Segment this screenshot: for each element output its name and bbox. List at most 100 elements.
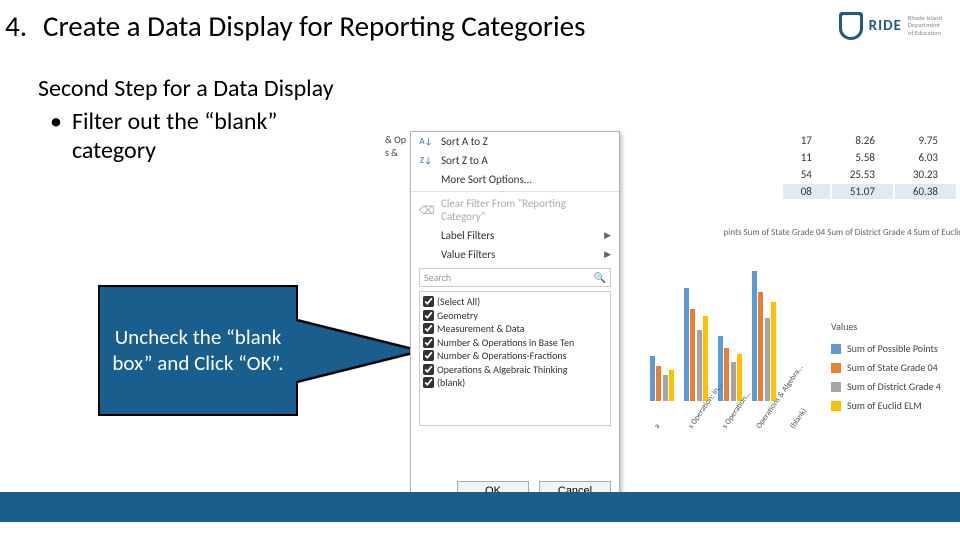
pivot-chart: a s Operation: in... s Operation... Operati… bbox=[645, 263, 815, 431]
legend-swatch-icon bbox=[831, 363, 841, 373]
menu-clear-filter: ⌫ Clear Filter From "Reporting Category" bbox=[411, 194, 619, 226]
sort-za-icon: Z↓ bbox=[419, 155, 433, 166]
check-select-all[interactable]: (Select All) bbox=[422, 295, 608, 309]
menu-sort-za[interactable]: Z↓ Sort Z to A bbox=[411, 151, 619, 170]
cell: 5.58 bbox=[832, 150, 893, 165]
bar bbox=[752, 271, 757, 401]
check-item-blank[interactable]: (blank) bbox=[422, 376, 608, 390]
checkbox[interactable] bbox=[423, 364, 434, 375]
bar bbox=[703, 316, 708, 401]
check-item[interactable]: Geometry bbox=[422, 309, 608, 323]
x-label: s Operation: in... bbox=[686, 409, 706, 431]
menu-sort-az[interactable]: A↓ Sort A to Z bbox=[411, 132, 619, 151]
checkbox[interactable] bbox=[423, 350, 434, 361]
menu-separator bbox=[411, 191, 619, 192]
check-label: (blank) bbox=[437, 376, 465, 390]
bar bbox=[663, 375, 668, 401]
funnel-clear-icon: ⌫ bbox=[419, 204, 433, 217]
cell: 9.75 bbox=[895, 133, 956, 148]
x-label: s Operation... bbox=[720, 409, 740, 431]
menu-label: More Sort Options... bbox=[441, 173, 532, 186]
ride-subtitle: Rhode Island Department of Education bbox=[908, 15, 942, 36]
bar bbox=[758, 292, 763, 401]
filter-search-input[interactable]: Search 🔍 bbox=[419, 268, 611, 287]
cell: 17 bbox=[783, 133, 830, 148]
menu-label: Sort Z to A bbox=[441, 154, 488, 167]
callout: Uncheck the “blank box” and Click “OK”. bbox=[98, 285, 416, 416]
legend-item: Sum of Euclid ELM bbox=[831, 396, 960, 415]
legend-label: Sum of State Grade 04 bbox=[847, 361, 938, 374]
cell: 60.38 bbox=[895, 184, 956, 199]
cell: 51.07 bbox=[832, 184, 893, 199]
bar bbox=[650, 356, 655, 401]
check-label: Number & Operations in Base Ten bbox=[437, 336, 574, 350]
legend-swatch-icon bbox=[831, 344, 841, 354]
check-label: Operations & Algebraic Thinking bbox=[437, 363, 567, 377]
ride-logo: RIDE Rhode Island Department of Educatio… bbox=[839, 8, 950, 40]
legend-label: Sum of District Grade 4 bbox=[847, 380, 941, 393]
chevron-right-icon: ▶ bbox=[604, 230, 611, 241]
bg-left-labels: & Op s & bbox=[385, 133, 406, 159]
legend-label: Sum of Possible Points bbox=[847, 342, 938, 355]
menu-more-sort[interactable]: More Sort Options... bbox=[411, 170, 619, 189]
checkbox[interactable] bbox=[423, 323, 434, 334]
check-item[interactable]: Operations & Algebraic Thinking bbox=[422, 363, 608, 377]
bar bbox=[697, 330, 702, 401]
check-label: Geometry bbox=[437, 309, 478, 323]
legend-swatch-icon bbox=[831, 382, 841, 392]
legend-item: Sum of State Grade 04 bbox=[831, 358, 960, 377]
bg-mini-header: pints Sum of State Grade 04 Sum of Distr… bbox=[724, 227, 960, 238]
bar bbox=[690, 309, 695, 401]
footer-bar bbox=[0, 492, 960, 522]
menu-value-filters[interactable]: Value Filters ▶ bbox=[411, 245, 619, 264]
bar bbox=[731, 362, 736, 401]
content-area: Second Step for a Data Display • Filter … bbox=[38, 75, 950, 540]
bar bbox=[669, 370, 674, 401]
menu-label: Label Filters bbox=[441, 229, 494, 242]
chevron-right-icon: ▶ bbox=[604, 249, 611, 260]
cell: 11 bbox=[783, 150, 830, 165]
bg-table: 178.269.75 115.586.03 5425.5330.23 0851.… bbox=[781, 131, 958, 201]
check-label: Number & Operations-Fractions bbox=[437, 349, 567, 363]
bar-group bbox=[650, 356, 675, 401]
bar bbox=[656, 366, 661, 401]
step-heading: Second Step for a Data Display bbox=[38, 75, 348, 104]
bar bbox=[765, 318, 770, 401]
check-label: (Select All) bbox=[437, 295, 480, 309]
check-item[interactable]: Number & Operations in Base Ten bbox=[422, 336, 608, 350]
legend-title: Values bbox=[831, 320, 960, 333]
title-number: 4. bbox=[5, 8, 33, 44]
bar bbox=[684, 288, 689, 401]
bullet-text: Filter out the “blank” category bbox=[72, 108, 352, 166]
bg-left-label: s & bbox=[385, 146, 406, 159]
bar bbox=[724, 348, 729, 401]
check-item[interactable]: Number & Operations-Fractions bbox=[422, 349, 608, 363]
callout-box: Uncheck the “blank box” and Click “OK”. bbox=[98, 285, 298, 416]
checkbox[interactable] bbox=[423, 377, 434, 388]
check-item[interactable]: Measurement & Data bbox=[422, 322, 608, 336]
x-label: Operations & Algebra... bbox=[754, 409, 774, 431]
menu-label: Sort A to Z bbox=[441, 135, 488, 148]
cell: 8.26 bbox=[832, 133, 893, 148]
excel-screenshot-area: & Op s & 178.269.75 115.586.03 5425.5330… bbox=[373, 131, 960, 523]
cell: 30.23 bbox=[895, 167, 956, 182]
sort-az-icon: A↓ bbox=[419, 136, 433, 147]
slide-title-row: 4. Create a Data Display for Reporting C… bbox=[0, 0, 960, 44]
legend-item: Sum of Possible Points bbox=[831, 339, 960, 358]
cell: 54 bbox=[783, 167, 830, 182]
legend-swatch-icon bbox=[831, 401, 841, 411]
checkbox[interactable] bbox=[423, 337, 434, 348]
cell: 6.03 bbox=[895, 150, 956, 165]
ride-wordmark: RIDE bbox=[869, 17, 902, 35]
chart-x-labels: as Operation: in...s Operation...Operati… bbox=[645, 425, 815, 435]
bar bbox=[771, 302, 776, 401]
bg-left-label: & Op bbox=[385, 133, 406, 146]
x-label: a bbox=[652, 409, 672, 431]
search-icon: 🔍 bbox=[594, 271, 606, 284]
x-label: (blank) bbox=[788, 409, 808, 431]
filter-menu: A↓ Sort A to Z Z↓ Sort Z to A More Sort … bbox=[410, 131, 620, 507]
menu-label-filters[interactable]: Label Filters ▶ bbox=[411, 226, 619, 245]
filter-checklist: (Select All) Geometry Measurement & Data… bbox=[419, 291, 611, 426]
checkbox[interactable] bbox=[423, 310, 434, 321]
checkbox[interactable] bbox=[423, 296, 434, 307]
